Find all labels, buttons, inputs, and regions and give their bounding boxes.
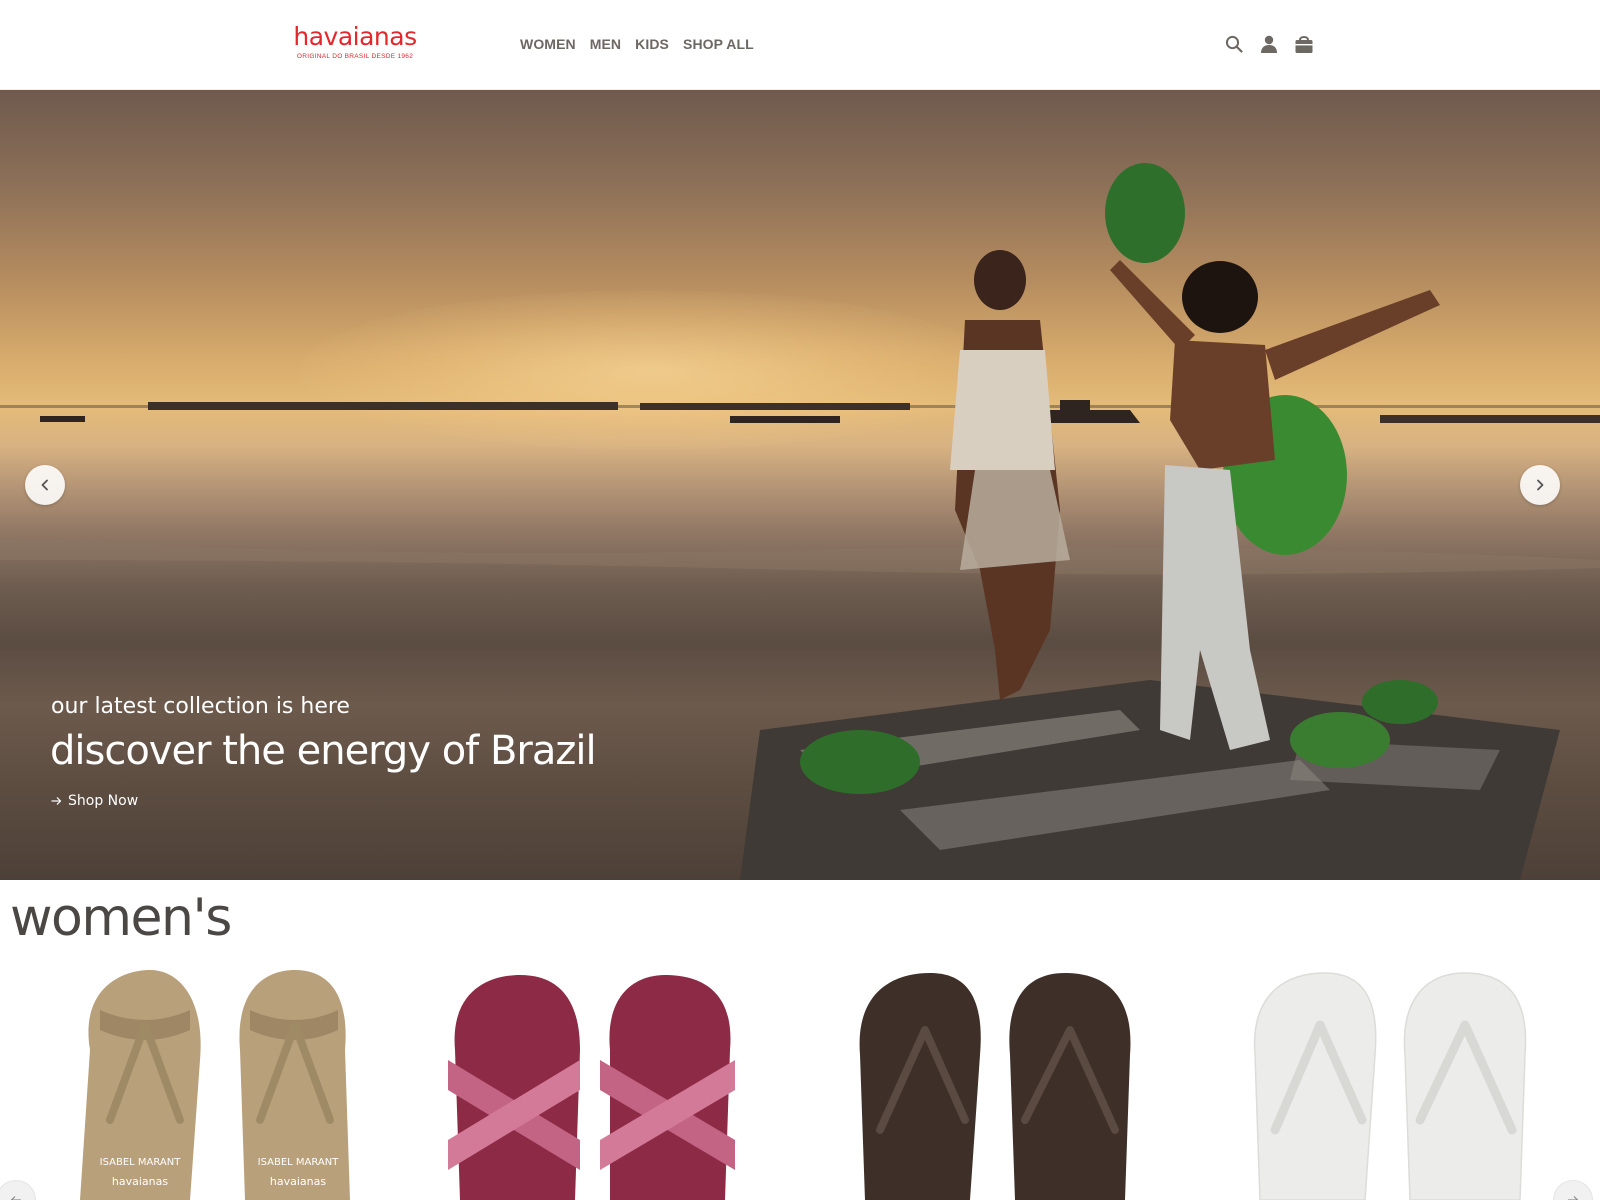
product-card-brown-flip-flops[interactable] xyxy=(840,970,1160,1200)
svg-text:havaianas: havaianas xyxy=(270,1175,326,1188)
main-nav: WOMEN MEN KIDS SHOP ALL xyxy=(520,36,754,52)
brand-logo[interactable]: havaianas ORIGINAL DO BRASIL DESDE 1962 xyxy=(292,24,418,64)
arrow-left-icon xyxy=(10,1196,21,1200)
svg-text:havaianas: havaianas xyxy=(112,1175,168,1188)
hero-banner[interactable]: our latest collection is here discover t… xyxy=(0,90,1600,880)
product-card-white-flip-flops[interactable] xyxy=(1240,970,1560,1200)
cart-icon[interactable] xyxy=(1293,33,1315,55)
brand-name: havaianas xyxy=(293,22,417,51)
product-image xyxy=(859,973,1131,1200)
hero-title: discover the energy of Brazil xyxy=(50,728,597,774)
brand-tagline: ORIGINAL DO BRASIL DESDE 1962 xyxy=(296,53,414,60)
hero-prev-button[interactable] xyxy=(25,465,65,505)
svg-text:ISABEL MARANT: ISABEL MARANT xyxy=(258,1157,340,1168)
product-card-pink-sandals[interactable] xyxy=(440,970,760,1200)
hero-subtitle: our latest collection is here xyxy=(51,694,350,719)
nav-item-women[interactable]: WOMEN xyxy=(520,36,576,52)
account-icon[interactable] xyxy=(1258,33,1280,55)
nav-item-shop-all[interactable]: SHOP ALL xyxy=(683,36,754,52)
product-image xyxy=(1253,972,1527,1200)
womens-section-title: women's xyxy=(10,888,232,948)
product-image: ISABEL MARANT havaianas ISABEL MARANT ha… xyxy=(80,970,350,1200)
search-icon[interactable] xyxy=(1223,33,1245,55)
nav-item-men[interactable]: MEN xyxy=(590,36,621,52)
hero-next-button[interactable] xyxy=(1520,465,1560,505)
arrow-right-icon xyxy=(51,797,62,805)
hero-shop-now-link[interactable]: Shop Now xyxy=(51,793,138,809)
product-image xyxy=(448,975,735,1200)
product-card-isabel-marant[interactable]: ISABEL MARANT havaianas ISABEL MARANT ha… xyxy=(40,970,360,1200)
svg-text:ISABEL MARANT: ISABEL MARANT xyxy=(100,1157,182,1168)
header-icons xyxy=(1223,33,1315,55)
chevron-right-icon xyxy=(1537,479,1544,491)
hero-cta-label: Shop Now xyxy=(68,793,139,809)
nav-item-kids[interactable]: KIDS xyxy=(635,36,669,52)
site-header: havaianas ORIGINAL DO BRASIL DESDE 1962 … xyxy=(0,0,1600,90)
arrow-right-icon xyxy=(1568,1196,1579,1200)
womens-product-carousel: ISABEL MARANT havaianas ISABEL MARANT ha… xyxy=(0,970,1600,1200)
chevron-left-icon xyxy=(41,479,48,491)
